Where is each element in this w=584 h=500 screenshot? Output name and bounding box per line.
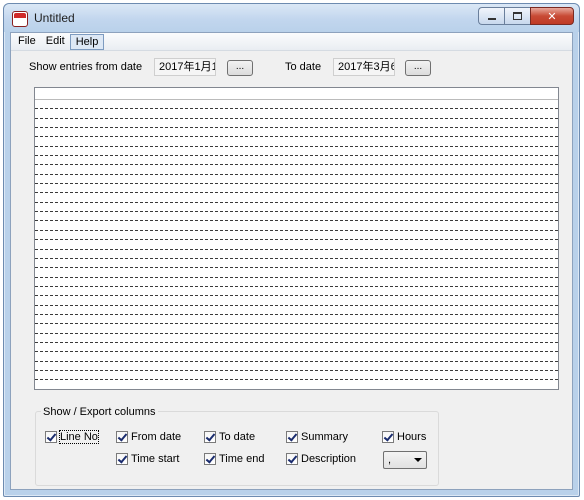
grid-row[interactable] [35,119,558,129]
grid-row[interactable] [35,100,558,110]
to-date-picker-button[interactable]: ... [405,60,431,76]
checkbox-line-no[interactable]: Line No [45,430,99,444]
grid-row[interactable] [35,193,558,203]
grid-row[interactable] [35,278,558,287]
grid-row[interactable] [35,212,558,222]
grid-row[interactable] [35,343,558,353]
checkbox-box[interactable] [204,431,216,443]
grid-row[interactable] [35,88,558,100]
window-title: Untitled [34,11,75,25]
checkbox-label: Hours [397,431,427,443]
grid-row[interactable] [35,352,558,362]
checkbox-summary[interactable]: Summary [286,430,348,444]
grid-row[interactable] [35,221,558,231]
grid-row[interactable] [35,315,558,325]
grid-row[interactable] [35,296,558,306]
grid-row[interactable] [35,268,558,278]
checkbox-box[interactable] [286,453,298,465]
checkbox-box[interactable] [116,431,128,443]
from-date-field[interactable]: 2017年1月1日 [154,58,216,76]
checkbox-description[interactable]: Description [286,452,356,466]
to-date-label: To date [285,61,322,73]
grid-row[interactable] [35,306,558,315]
checkbox-hours[interactable]: Hours [382,430,426,444]
grid-row[interactable] [35,147,558,157]
checkbox-from-date[interactable]: From date [116,430,181,444]
grid-row[interactable] [35,156,558,166]
grid-row[interactable] [35,231,558,241]
chevron-down-icon [414,458,422,462]
grid-row[interactable] [35,334,558,343]
columns-groupbox [35,411,439,486]
checkbox-label: Description [301,453,357,465]
checkbox-label: To date [219,431,256,443]
app-window: Untitled ✕ File Edit Help Show entries f… [3,3,580,497]
checkbox-box[interactable] [286,431,298,443]
grid-row[interactable] [35,240,558,250]
to-date-field[interactable]: 2017年3月6日 [333,58,395,76]
checkbox-time-end[interactable]: Time end [204,452,264,466]
checkbox-label: Line No [59,430,99,444]
separator-dropdown[interactable]: , [383,451,427,469]
checkbox-label: From date [131,431,182,443]
close-icon: ✕ [547,10,557,23]
checkbox-box[interactable] [382,431,394,443]
checkbox-box[interactable] [116,453,128,465]
close-button[interactable]: ✕ [530,7,574,25]
grid-row[interactable] [35,203,558,213]
title-bar[interactable]: Untitled ✕ [4,4,579,32]
grid-row[interactable] [35,371,558,381]
minimize-icon [487,18,496,20]
grid-row[interactable] [35,184,558,194]
menu-help[interactable]: Help [69,33,105,50]
maximize-button[interactable] [504,7,530,25]
grid-row[interactable] [35,250,558,259]
menu-file[interactable]: File [13,34,41,50]
grid-row[interactable] [35,137,558,147]
grid-row[interactable] [35,165,558,175]
checkbox-label: Time end [219,453,265,465]
entries-grid[interactable] [34,87,559,390]
client-area: File Edit Help Show entries from date 20… [10,32,573,490]
checkbox-time-start[interactable]: Time start [116,452,180,466]
from-date-picker-button[interactable]: ... [227,60,253,76]
columns-group-title: Show / Export columns [41,406,158,418]
grid-row[interactable] [35,175,558,185]
app-icon [12,11,28,27]
separator-value: , [388,454,392,466]
maximize-icon [513,12,522,20]
checkbox-label: Time start [131,453,180,465]
menu-edit[interactable]: Edit [41,34,70,50]
from-date-label: Show entries from date [29,61,143,73]
checkbox-box[interactable] [204,453,216,465]
caption-buttons: ✕ [478,7,574,27]
minimize-button[interactable] [478,7,504,25]
checkbox-box[interactable] [45,431,57,443]
grid-row[interactable] [35,109,558,119]
grid-row[interactable] [35,287,558,297]
grid-row[interactable] [35,324,558,334]
grid-row[interactable] [35,128,558,138]
menu-bar: File Edit Help [11,33,572,51]
checkbox-label: Summary [301,431,349,443]
checkbox-to-date[interactable]: To date [204,430,255,444]
grid-row[interactable] [35,259,558,269]
grid-row[interactable] [35,362,558,371]
